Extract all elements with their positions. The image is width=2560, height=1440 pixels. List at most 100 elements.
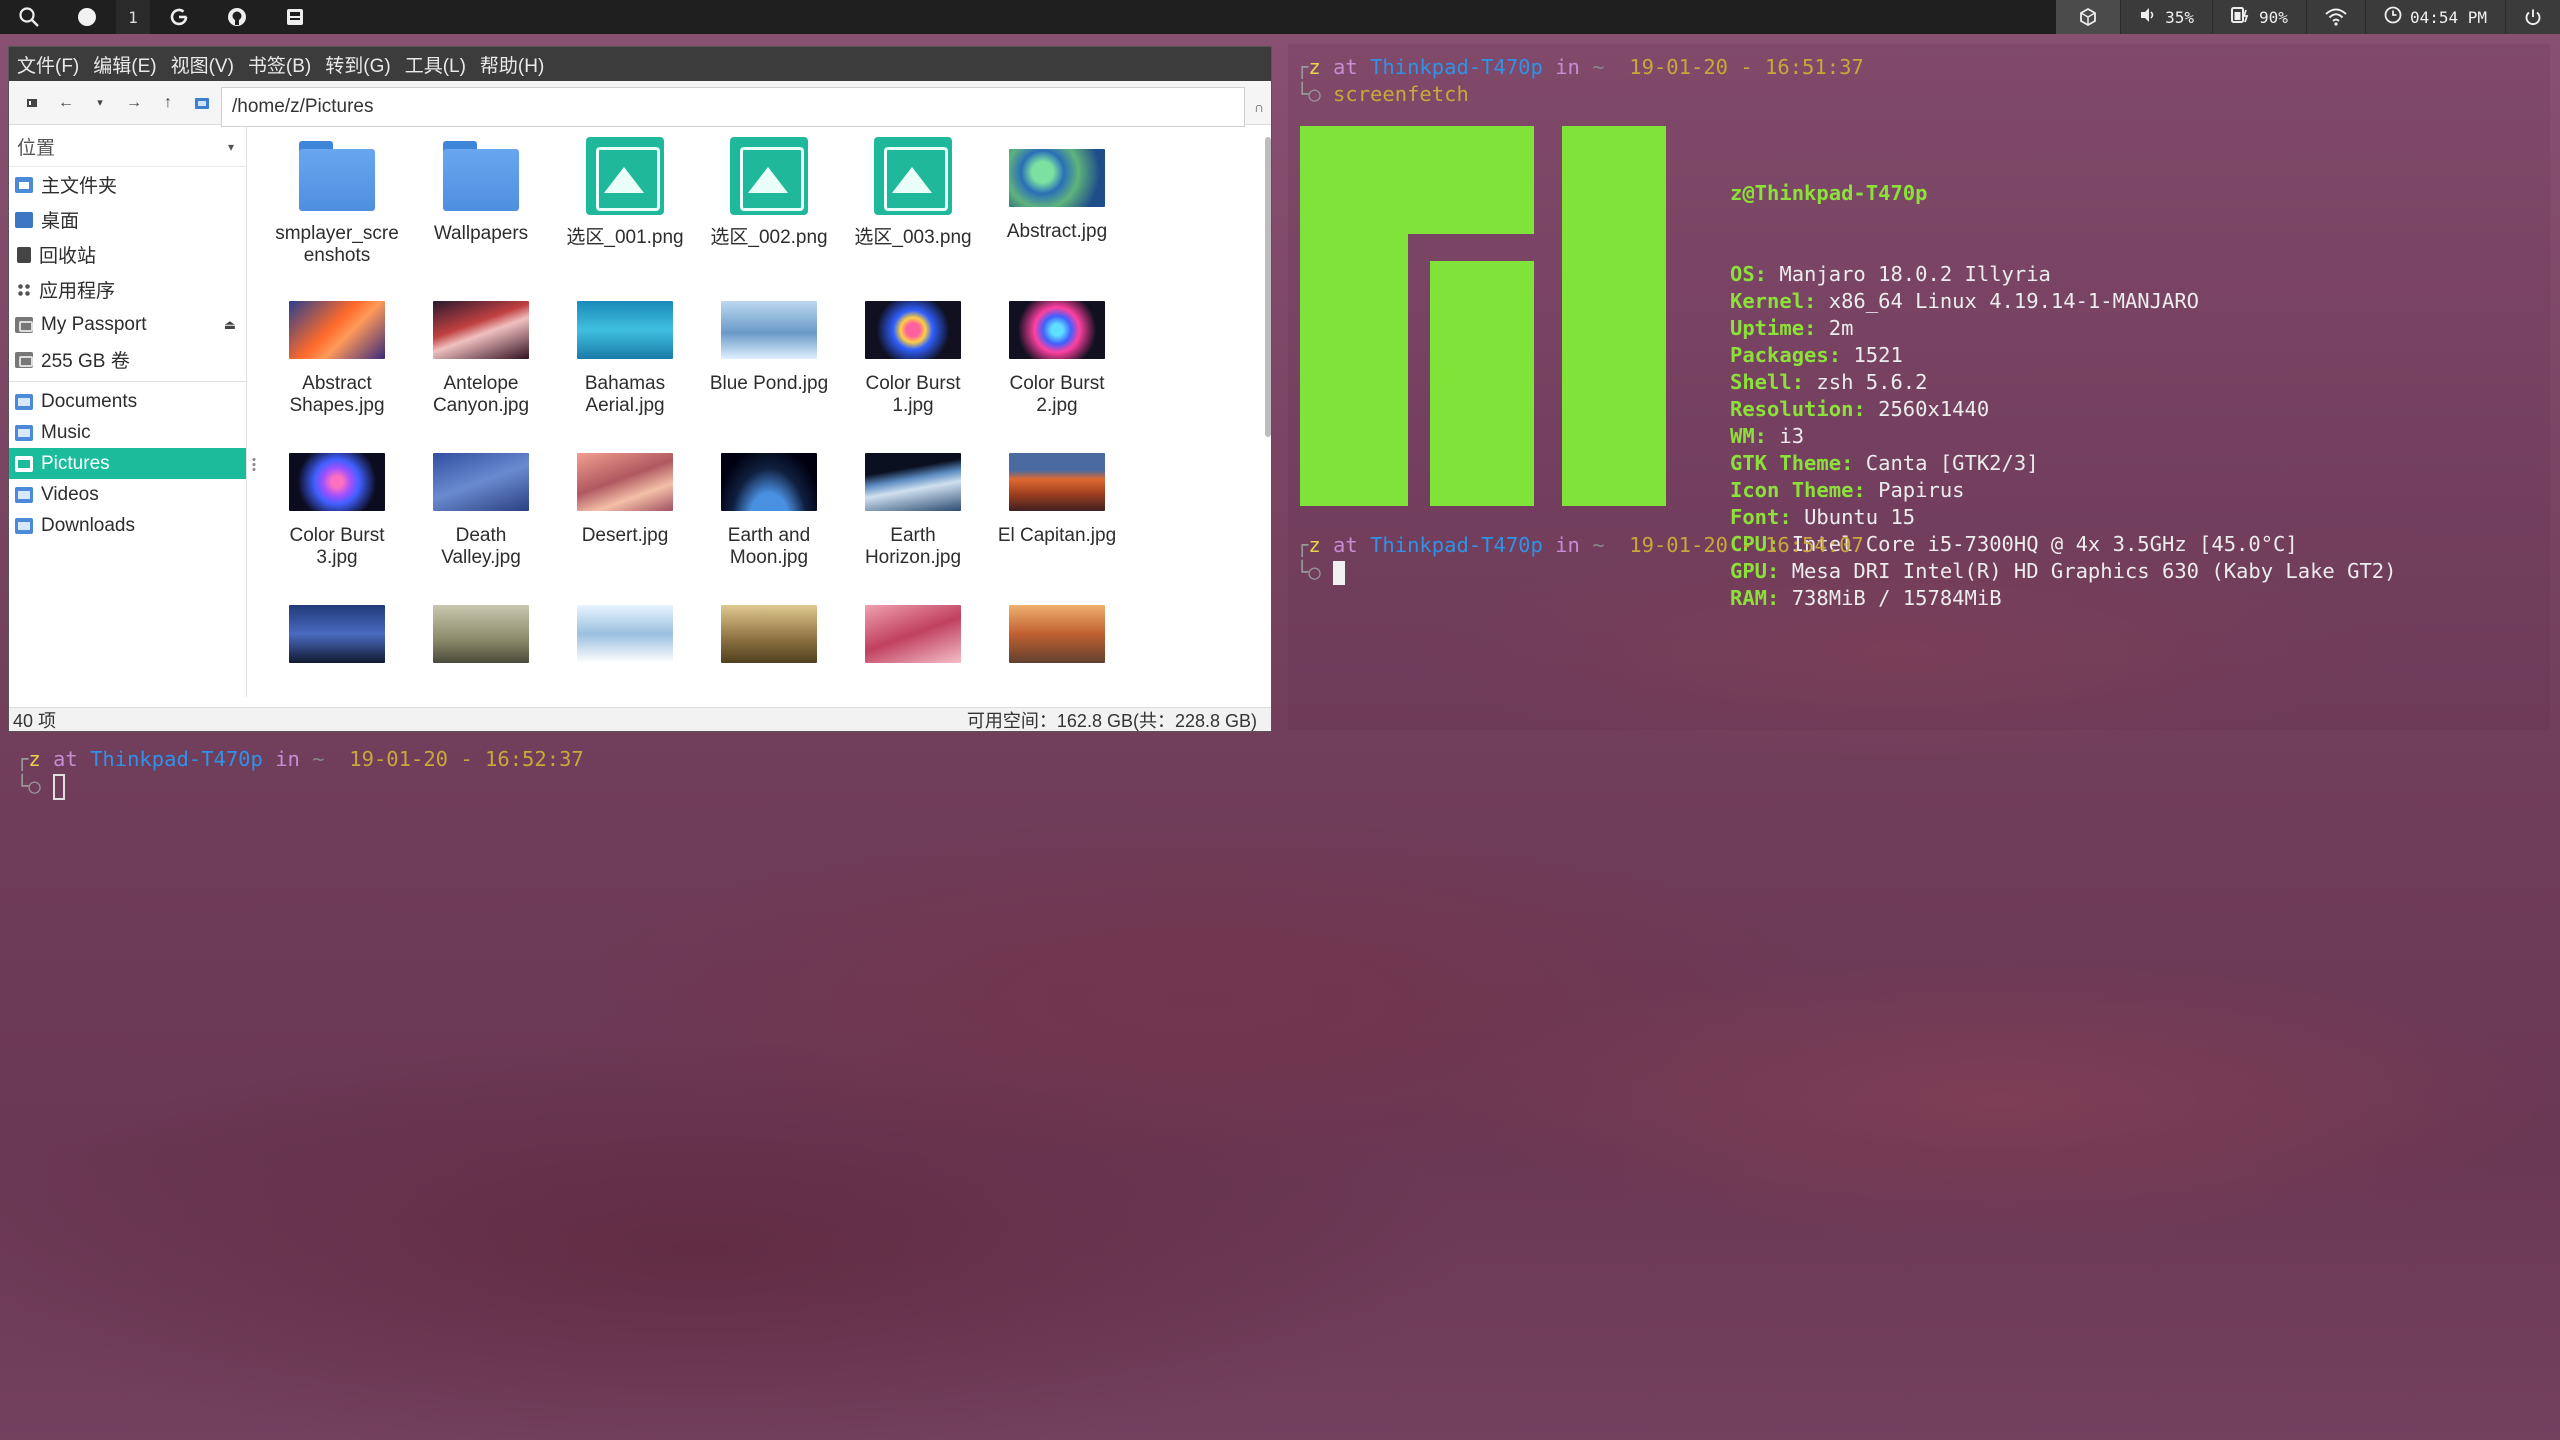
file-item[interactable]: Abstract Shapes.jpg [265,283,409,417]
scrollbar[interactable] [1265,137,1271,437]
package-icon[interactable] [2056,0,2121,34]
sysinfo-value: Canta [GTK2/3] [1865,451,2039,475]
user-host: z@Thinkpad-T470p [1730,181,1928,205]
sysinfo-value: zsh 5.6.2 [1816,370,1928,394]
menu-item[interactable]: 文件(F) [17,51,79,78]
sysinfo-key: Packages: [1730,343,1842,367]
sidebar-item-place[interactable]: 应用程序 [9,272,246,307]
file-name: Abstract Shapes.jpg [289,373,385,416]
file-item[interactable]: 选区_003.png [841,131,985,249]
file-item[interactable]: Bahamas Aerial.jpg [553,283,697,417]
github-icon[interactable] [208,0,266,34]
sidebar-item-place[interactable]: 桌面 [9,202,246,237]
menu-item[interactable]: 编辑(E) [93,51,156,78]
drive-icon [15,316,33,333]
file-item[interactable]: Earth Horizon.jpg [841,435,985,569]
sidebar-resize-handle[interactable] [252,457,256,471]
file-item[interactable]: El Capitan.jpg [985,435,1129,547]
forward-button[interactable]: → [117,86,151,120]
sidebar-item-place[interactable]: 255 GB 卷 [9,342,246,377]
file-name: Bahamas Aerial.jpg [584,373,666,416]
sysinfo-row: Resolution: 2560x1440 [1730,396,2396,423]
menu-item[interactable]: 书签(B) [248,51,311,78]
file-item[interactable]: Blue Pond.jpg [697,283,841,395]
volume-status[interactable]: 35% [2121,0,2212,34]
chevron-down-icon[interactable]: ▾ [228,140,234,154]
battery-status[interactable]: 90% [2213,0,2306,34]
path-bar[interactable]: /home/z/Pictures [221,87,1245,127]
file-name: Death Valley.jpg [441,525,521,568]
file-item[interactable] [985,587,1129,677]
sysinfo-key: Font: [1730,505,1792,529]
file-name: Blue Pond.jpg [709,373,829,394]
workspace-indicator-icon[interactable] [58,0,116,34]
sidebar-item-bookmark[interactable]: Documents [9,386,246,417]
sysinfo-value: Ubuntu 15 [1804,505,1916,529]
menu-item[interactable]: 帮助(H) [480,51,544,78]
sidebar-item-bookmark[interactable]: Downloads [9,510,246,541]
folder-icon [15,455,33,472]
sysinfo-row: OS: Manjaro 18.0.2 Illyria [1730,261,2396,288]
image-thumbnail [721,453,817,511]
sidebar-item-label: Downloads [41,514,135,536]
file-item[interactable]: 选区_001.png [553,131,697,249]
status-bar: 40 项 可用空间：162.8 GB(共：228.8 GB) [9,707,1271,731]
file-item[interactable]: Abstract.jpg [985,131,1129,243]
history-dropdown-icon[interactable]: ▾ [83,86,117,120]
clock-icon [2384,6,2402,28]
menu-item[interactable]: 视图(V) [171,51,234,78]
volume-level: 35% [2165,7,2195,27]
sidebar-item-place[interactable]: 回收站 [9,237,246,272]
file-item[interactable]: Desert.jpg [553,435,697,547]
back-button[interactable]: ← [49,86,83,120]
path-toggle-button[interactable]: ∩ [1247,87,1271,127]
clock-status[interactable]: 04:54 PM [2366,0,2505,34]
file-item[interactable] [553,587,697,677]
wifi-icon[interactable] [2307,0,2365,34]
terminal-window-screenfetch[interactable]: ┌z at Thinkpad-T470p in ~ 19-01-20 - 16:… [1288,44,2550,730]
search-icon[interactable] [0,0,58,34]
file-item[interactable]: Color Burst 2.jpg [985,283,1129,417]
menu-item[interactable]: 工具(L) [405,51,466,78]
file-item[interactable] [409,587,553,677]
sysinfo-row: WM: i3 [1730,423,2396,450]
sidebar-item-label: Videos [41,483,99,505]
eject-icon[interactable]: ⏏ [224,317,236,333]
desktop-icon [15,211,33,228]
google-icon[interactable] [150,0,208,34]
folder-item[interactable]: Wallpapers [409,131,553,245]
up-button[interactable]: ↑ [151,86,185,120]
menu-item[interactable]: 转到(G) [325,51,390,78]
file-item[interactable]: Earth and Moon.jpg [697,435,841,569]
sysinfo-value: 2560x1440 [1878,397,1990,421]
file-item[interactable]: Death Valley.jpg [409,435,553,569]
folder-item[interactable]: smplayer_scre enshots [265,131,409,267]
workspace-number[interactable]: 1 [116,0,150,34]
power-icon[interactable] [2506,0,2560,34]
file-item[interactable]: 选区_002.png [697,131,841,249]
file-item[interactable] [841,587,985,677]
sidebar-item-bookmark[interactable]: Videos [9,479,246,510]
image-file-icon [730,137,808,215]
sidebar-item-bookmark[interactable]: Pictures [9,448,246,479]
folder-location-icon[interactable] [185,86,219,120]
toggle-view-icon[interactable] [15,86,49,120]
sidebar-item-label: 回收站 [39,246,97,267]
image-thumbnail [433,301,529,359]
image-thumbnail [721,605,817,663]
file-item[interactable]: Antelope Canyon.jpg [409,283,553,417]
input-line[interactable]: └○ [1296,559,1864,586]
sidebar-item-bookmark[interactable]: Music [9,417,246,448]
sysinfo-key: RAM: [1730,586,1780,610]
file-item[interactable] [265,587,409,677]
sidebar-header[interactable]: 位置 ▾ [9,127,246,167]
file-item[interactable]: Color Burst 3.jpg [265,435,409,569]
terminal-window-bottom[interactable]: ┌z at Thinkpad-T470p in ~ 19-01-20 - 16:… [10,746,2550,1436]
file-name: Color Burst 1.jpg [865,373,961,416]
file-item[interactable]: Color Burst 1.jpg [841,283,985,417]
sidebar-item-place[interactable]: My Passport ⏏ [9,307,246,342]
file-item[interactable] [697,587,841,677]
input-line[interactable]: └○ [16,773,584,800]
sidebar-item-place[interactable]: 主文件夹 [9,167,246,202]
file-manager-icon[interactable] [266,0,324,34]
